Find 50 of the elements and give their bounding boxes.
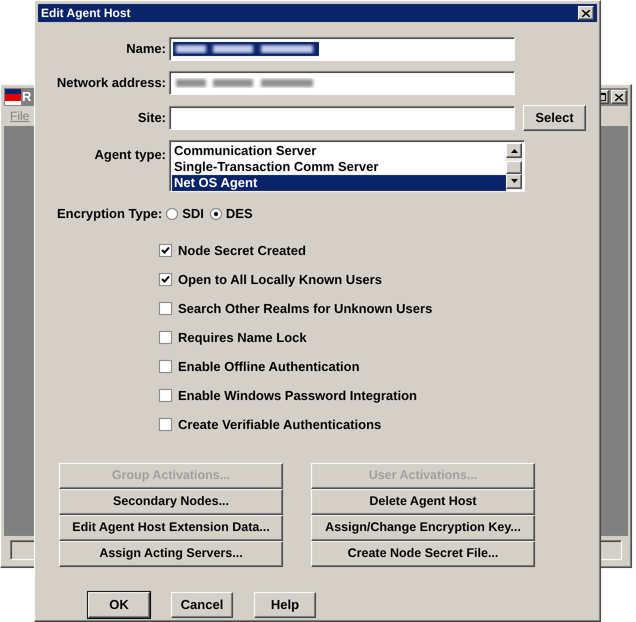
scrollbar[interactable]	[506, 143, 522, 189]
checkbox[interactable]	[159, 331, 172, 344]
close-button[interactable]	[578, 6, 594, 20]
close-icon	[582, 10, 590, 16]
checkbox-label: Node Secret Created	[178, 242, 306, 260]
radio-button[interactable]	[166, 208, 178, 220]
field-label: Network address:	[56, 74, 167, 92]
checkbox-label: Enable Offline Authentication	[178, 358, 360, 376]
up-arrow-icon	[510, 148, 518, 153]
down-arrow-icon	[510, 179, 518, 184]
checkbox[interactable]	[159, 418, 172, 431]
action-button[interactable]: Assign Acting Servers...	[59, 540, 283, 566]
radio-button[interactable]	[210, 208, 222, 220]
field-label: Encryption Type:	[57, 205, 162, 223]
text-field[interactable]	[169, 71, 515, 95]
checkbox-label: Enable Windows Password Integration	[178, 386, 417, 405]
close-button[interactable]	[611, 90, 627, 104]
radio-label: SDI	[182, 205, 204, 223]
field-label: Name:	[125, 40, 167, 58]
checkbox[interactable]	[159, 273, 172, 286]
action-button[interactable]: Assign/Change Encryption Key...	[311, 514, 535, 540]
list-item[interactable]: Single-Transaction Comm Server	[172, 159, 506, 175]
checkbox[interactable]	[159, 302, 172, 315]
checkbox-label: Create Verifiable Authentications	[178, 416, 382, 434]
checkbox-label: Search Other Realms for Unknown Users	[178, 300, 432, 318]
radio-label: DES	[226, 205, 253, 223]
list-item[interactable]: Net OS Agent	[172, 175, 506, 191]
text-field[interactable]	[169, 37, 515, 61]
text-field[interactable]	[169, 106, 515, 130]
select-button[interactable]: Select	[523, 105, 586, 131]
dialog-button[interactable]: Help	[254, 592, 316, 618]
checkbox-label: Open to All Locally Known Users	[178, 270, 382, 289]
window-title: R	[22, 88, 32, 106]
list-item[interactable]: Communication Server	[172, 143, 506, 159]
action-button[interactable]: Create Node Secret File...	[311, 540, 535, 566]
app-logo-icon	[5, 89, 21, 105]
checkbox-label: Requires Name Lock	[178, 328, 307, 347]
close-icon	[615, 94, 623, 100]
dialog-title: Edit Agent Host	[41, 5, 131, 22]
agent-type-list[interactable]: Communication Server Single-Transaction Comm Server Net OS Agent	[169, 140, 525, 192]
action-button[interactable]: Delete Agent Host	[311, 488, 535, 514]
checkbox[interactable]	[159, 244, 172, 257]
field-label: Agent type:	[94, 146, 167, 164]
dialog-button[interactable]: Cancel	[171, 592, 233, 618]
checkbox[interactable]	[159, 389, 172, 402]
action-button[interactable]: Secondary Nodes...	[59, 488, 283, 514]
action-button[interactable]: Edit Agent Host Extension Data...	[59, 514, 283, 540]
dialog-button[interactable]: OK	[88, 592, 150, 618]
checkbox[interactable]	[159, 360, 172, 373]
field-label: Site:	[136, 109, 167, 128]
